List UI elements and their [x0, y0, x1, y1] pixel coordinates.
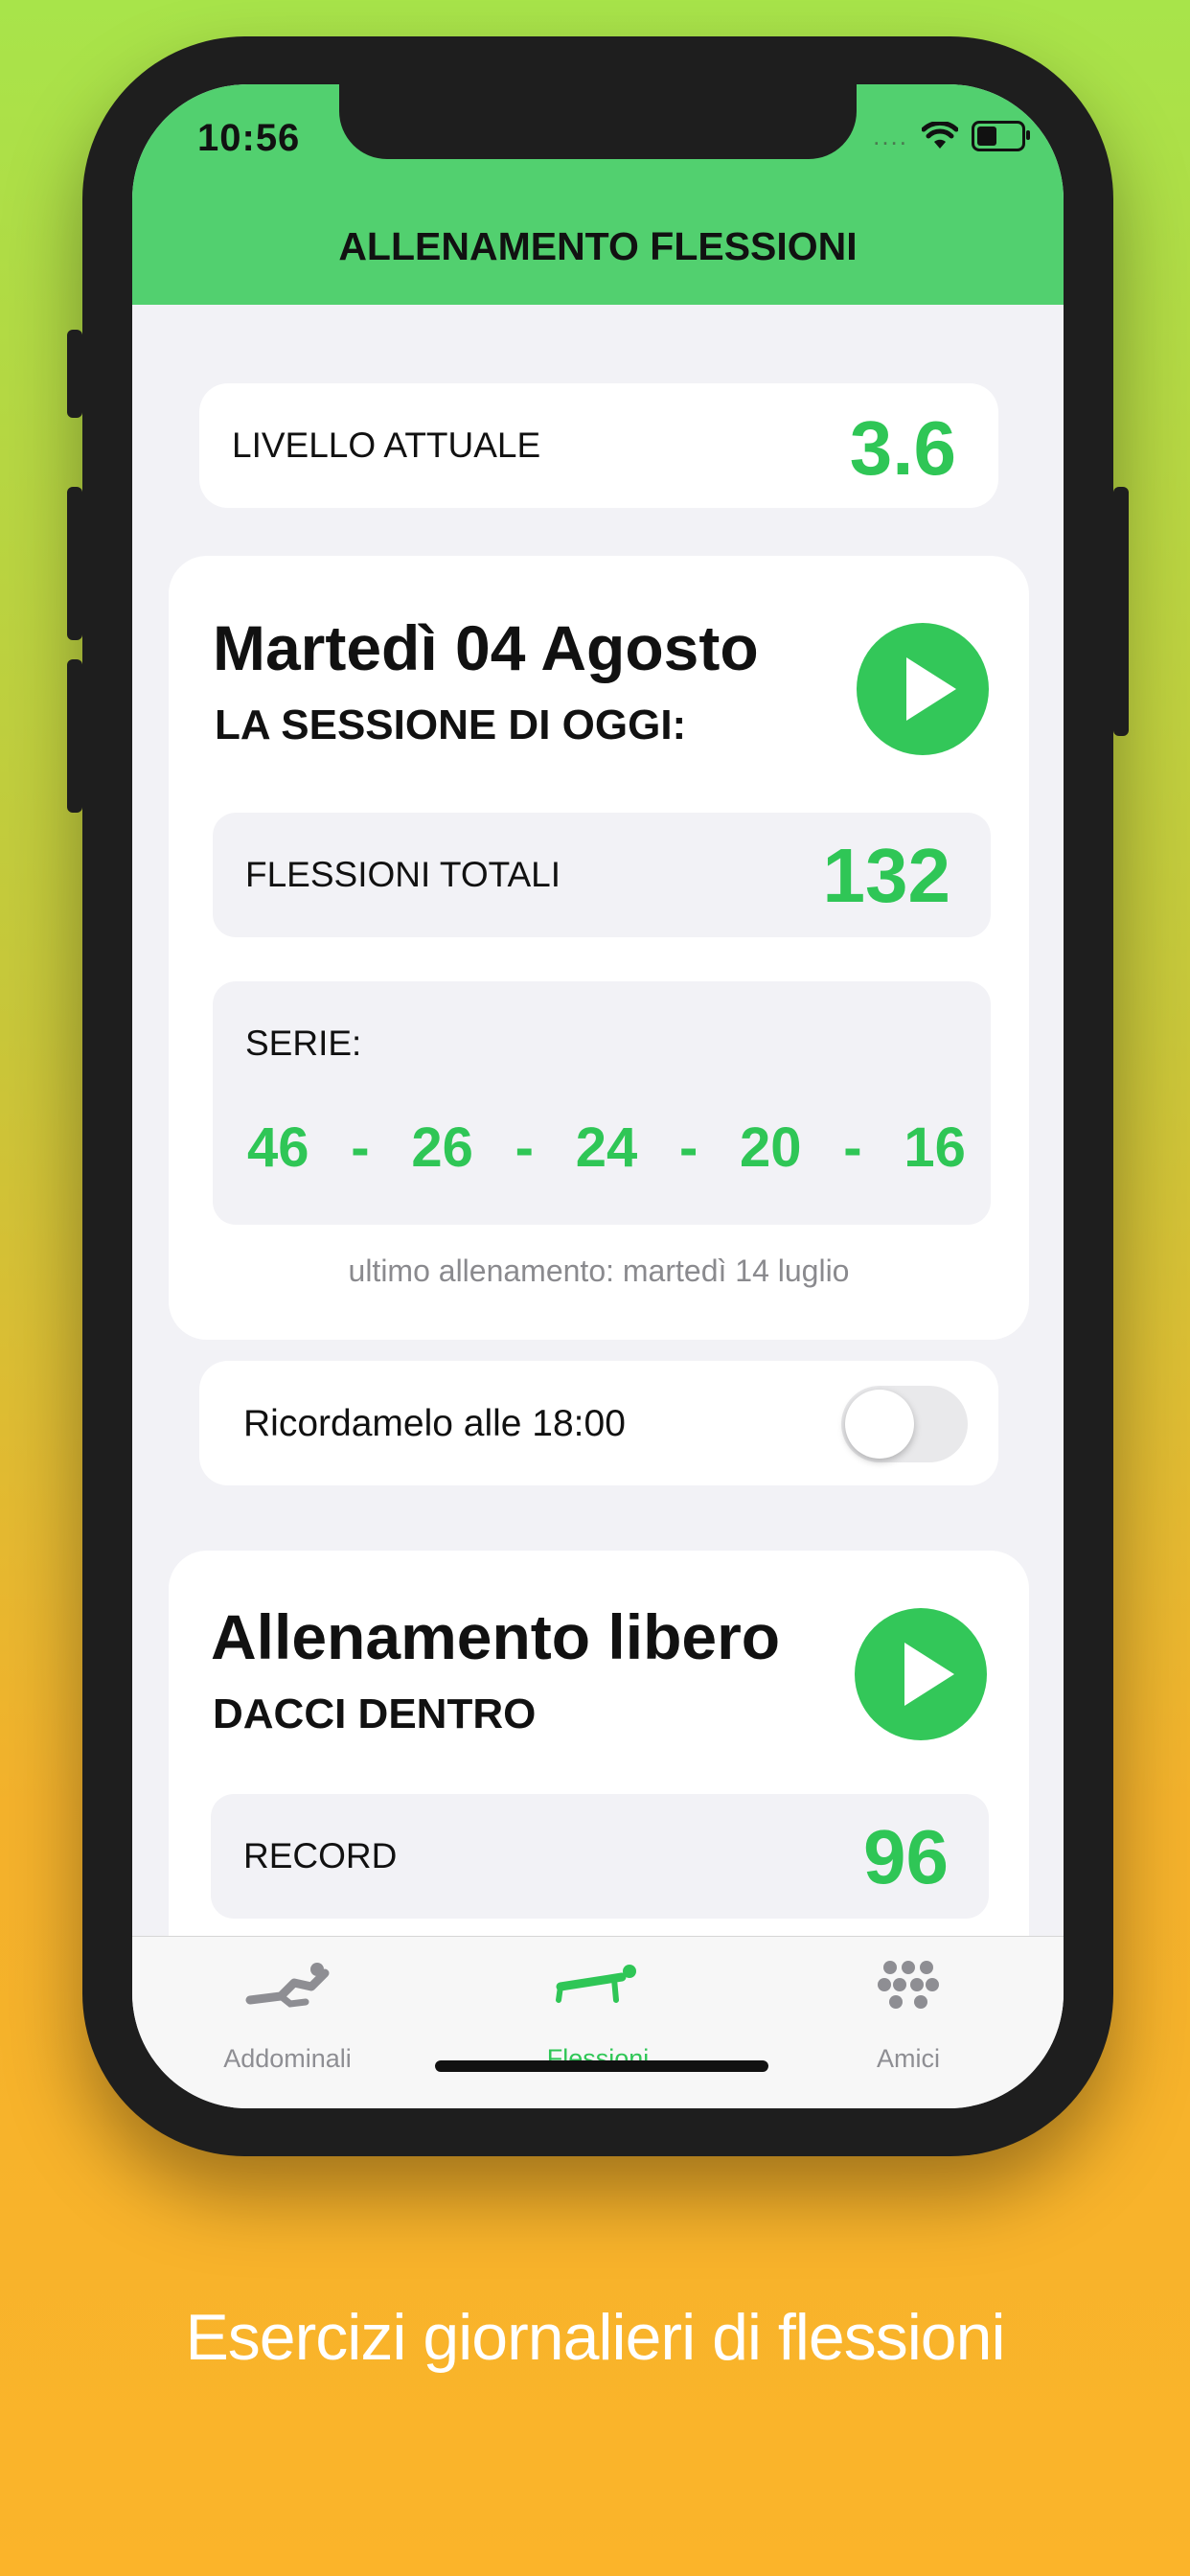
level-value: 3.6 [849, 405, 956, 491]
volume-down-button [67, 659, 82, 813]
level-card: LIVELLO ATTUALE 3.6 [199, 383, 998, 508]
total-pushups-box: FLESSIONI TOTALI 132 [213, 813, 991, 937]
volume-up-button [67, 487, 82, 640]
record-box: RECORD 96 [211, 1794, 989, 1919]
series-value-4: 20 [740, 1116, 802, 1179]
reminder-label: Ricordamelo alle 18:00 [243, 1403, 626, 1444]
pushup-icon [556, 1965, 636, 2003]
battery-icon [972, 121, 1030, 151]
navigation-bar: 10:56 .... ALLENAMENTO FLESSIONI [132, 84, 1064, 305]
home-indicator[interactable] [435, 2060, 768, 2072]
power-button [1113, 487, 1129, 736]
friends-icon [878, 1961, 939, 2009]
mute-switch [67, 330, 82, 418]
toggle-knob [845, 1390, 914, 1459]
status-time: 10:56 [197, 117, 301, 159]
last-workout-text: ultimo allenamento: martedì 14 luglio [348, 1254, 850, 1288]
series-values: 46 - 26 - 24 - 20 - 16 [247, 1116, 966, 1180]
phone-frame: 10:56 .... ALLENAMENTO FLESSIONI LIVELLO… [67, 36, 1129, 2156]
status-icons: .... [873, 121, 1030, 151]
series-value-1: 46 [247, 1116, 309, 1179]
reminder-card: Ricordamelo alle 18:00 [199, 1361, 998, 1485]
series-separator: - [843, 1116, 862, 1179]
promo-caption: Esercizi giornalieri di flessioni [185, 2301, 1005, 2374]
record-value: 96 [863, 1814, 949, 1899]
series-separator: - [515, 1116, 534, 1179]
series-value-3: 24 [575, 1116, 638, 1179]
reminder-toggle[interactable] [841, 1386, 968, 1462]
free-workout-subtitle: DACCI DENTRO [213, 1690, 537, 1737]
session-date: Martedì 04 Agosto [213, 612, 759, 683]
tab-addominali[interactable]: Addominali [132, 1937, 443, 2073]
tab-bar: Addominali Flessioni Amici [132, 1936, 1064, 2108]
situp-icon [245, 1963, 330, 2008]
tab-amici[interactable]: Amici [753, 1937, 1064, 2073]
series-separator: - [678, 1116, 698, 1179]
start-free-workout-button[interactable] [855, 1608, 987, 1740]
session-card: Martedì 04 Agosto LA SESSIONE DI OGGI: F… [169, 556, 1029, 1340]
tab-label: Addominali [223, 2044, 352, 2073]
app-screen: 10:56 .... ALLENAMENTO FLESSIONI LIVELLO… [132, 84, 1064, 2108]
free-workout-title: Allenamento libero [211, 1601, 781, 1672]
page-title: ALLENAMENTO FLESSIONI [338, 224, 858, 268]
level-label: LIVELLO ATTUALE [232, 426, 541, 465]
series-box: SERIE: 46 - 26 - 24 - 20 - 16 [213, 981, 991, 1225]
notch [339, 84, 857, 159]
series-value-2: 26 [411, 1116, 473, 1179]
series-value-5: 16 [904, 1116, 966, 1179]
session-subtitle: LA SESSIONE DI OGGI: [215, 702, 687, 748]
tab-flessioni[interactable]: Flessioni [443, 1937, 753, 2073]
signal-icon: .... [873, 121, 908, 150]
series-label: SERIE: [245, 1024, 362, 1063]
total-pushups-value: 132 [822, 833, 950, 918]
total-pushups-label: FLESSIONI TOTALI [245, 855, 561, 894]
tab-label: Amici [877, 2044, 940, 2073]
start-session-button[interactable] [857, 623, 989, 755]
wifi-icon [922, 122, 958, 149]
record-label: RECORD [243, 1836, 398, 1875]
series-separator: - [351, 1116, 370, 1179]
